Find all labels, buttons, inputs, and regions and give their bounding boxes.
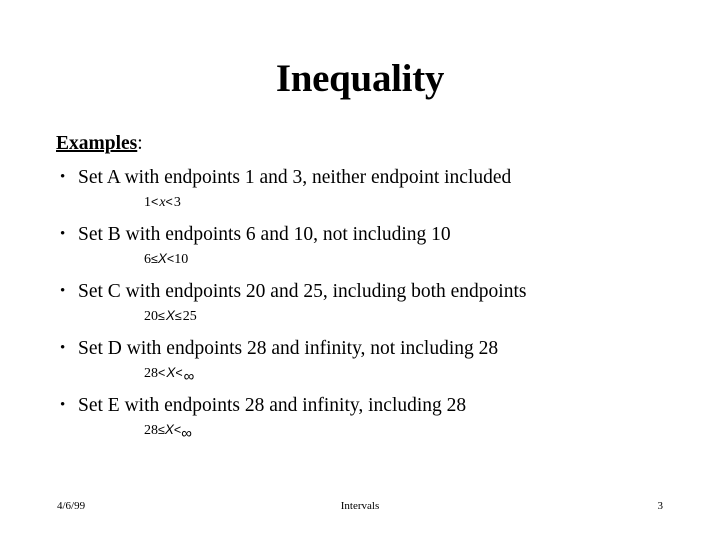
list-item: • Set D with endpoints 28 and infinity, n… <box>56 336 676 385</box>
equation-variable: X <box>165 308 175 323</box>
bullet-dot-icon: • <box>60 397 66 413</box>
equation-left: 1 <box>144 195 151 210</box>
infinity-icon: ∞ <box>183 368 195 385</box>
equation-left: 20 <box>144 309 158 324</box>
list-item: • Set B with endpoints 6 and 10, not incl… <box>56 222 676 270</box>
list-item-label: Set B with endpoints 6 and 10, not inclu… <box>78 224 451 245</box>
equation-variable: X <box>157 251 167 266</box>
list-item: • Set A with endpoints 1 and 3, neither e… <box>56 165 676 213</box>
equation-relation-2: < <box>175 366 184 380</box>
equation-line: 1<x<3 <box>56 192 676 213</box>
equation-variable: X <box>164 422 174 437</box>
equation-line: 28≤X<∞ <box>56 420 676 442</box>
list-item: • Set C with endpoints 20 and 25, includi… <box>56 279 676 327</box>
slide-body: Examples: • Set A with endpoints 1 and 3,… <box>56 132 676 442</box>
equation-relation-1: ≤ <box>158 309 166 323</box>
list-item-label: Set A with endpoints 1 and 3, neither en… <box>78 167 512 188</box>
examples-heading-colon: : <box>137 133 143 154</box>
bullet-dot-icon: • <box>60 340 66 356</box>
slide-canvas: Inequality Examples: • Set A with endpoin… <box>0 0 720 540</box>
equation-relation-1: ≤ <box>151 252 158 266</box>
list-item-label: Set C with endpoints 20 and 25, includin… <box>78 281 527 302</box>
equation-relation-2: ≤ <box>174 309 183 323</box>
list-item-label: Set D with endpoints 28 and infinity, no… <box>78 338 499 359</box>
equation-line: 28<X<∞ <box>56 363 676 385</box>
bullet-text-row: • Set B with endpoints 6 and 10, not incl… <box>56 222 676 247</box>
equation-line: 20≤X≤25 <box>56 306 676 327</box>
equation-left: 28 <box>144 366 158 381</box>
bullet-dot-icon: • <box>60 283 66 299</box>
equation-left: 6 <box>144 252 151 267</box>
footer-page-number: 3 <box>657 500 664 512</box>
bullet-text-row: • Set E with endpoints 28 and infinity, i… <box>56 393 676 418</box>
equation-line: 6≤X<10 <box>56 249 676 270</box>
bullet-dot-icon: • <box>60 226 66 242</box>
examples-heading: Examples: <box>56 132 676 156</box>
bullet-dot-icon: • <box>60 169 66 185</box>
slide-footer: 4/6/99 Intervals 3 <box>0 496 720 516</box>
footer-title: Intervals <box>340 500 380 512</box>
equation-left: 28 <box>144 423 158 438</box>
equation-variable: X <box>166 365 176 380</box>
bullet-text-row: • Set A with endpoints 1 and 3, neither e… <box>56 165 676 190</box>
list-item-label: Set E with endpoints 28 and infinity, in… <box>78 395 467 416</box>
equation-relation-1: ≤ <box>158 423 165 437</box>
bullet-text-row: • Set C with endpoints 20 and 25, includi… <box>56 279 676 304</box>
equation-relation-2: < <box>165 195 174 209</box>
equation-right: 3 <box>173 195 181 210</box>
examples-heading-underlined: Examples <box>56 133 138 154</box>
list-item: • Set E with endpoints 28 and infinity, i… <box>56 393 676 442</box>
equation-right: 10 <box>174 252 189 267</box>
bullet-text-row: • Set D with endpoints 28 and infinity, n… <box>56 336 676 361</box>
equation-right: 25 <box>182 309 197 324</box>
infinity-icon: ∞ <box>181 425 192 442</box>
page-title: Inequality <box>275 57 445 100</box>
